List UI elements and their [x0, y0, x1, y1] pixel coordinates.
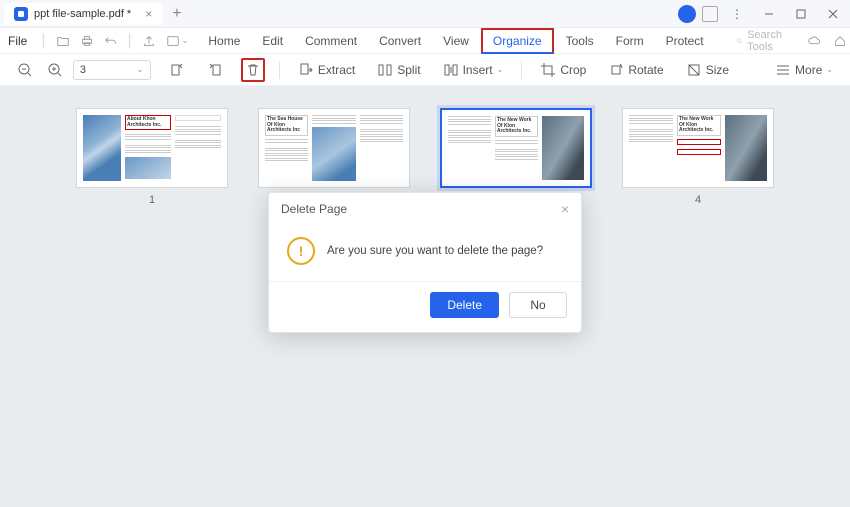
split-icon — [377, 62, 393, 78]
save-dropdown-icon[interactable]: ⌄ — [182, 32, 189, 50]
dialog-title: Delete Page — [281, 202, 347, 216]
extract-icon — [298, 62, 314, 78]
chevron-down-icon: ⌄ — [826, 65, 833, 74]
file-menu[interactable]: File — [8, 34, 31, 48]
split-button[interactable]: Split — [373, 58, 424, 82]
window-maximize-button[interactable] — [788, 3, 814, 25]
kebab-menu[interactable]: ⋮ — [724, 3, 750, 25]
window-minimize-button[interactable] — [756, 3, 782, 25]
menu-form[interactable]: Form — [606, 30, 654, 52]
search-placeholder: Search Tools — [747, 29, 786, 53]
new-tab-button[interactable]: + — [166, 5, 187, 23]
window-close-button[interactable] — [820, 3, 846, 25]
share-icon[interactable] — [142, 32, 156, 50]
open-icon[interactable] — [56, 32, 70, 50]
menu-edit[interactable]: Edit — [252, 30, 293, 52]
split-label: Split — [397, 63, 420, 77]
main-menubar: Home Edit Comment Convert View Organize … — [198, 27, 848, 55]
menu-organize[interactable]: Organize — [481, 28, 554, 54]
app-menu-icon[interactable] — [702, 6, 718, 22]
page-number-input[interactable]: 3 ⌄ — [73, 60, 151, 80]
delete-page-button[interactable] — [241, 58, 265, 82]
insert-icon — [443, 62, 459, 78]
undo-icon[interactable] — [104, 32, 118, 50]
home-icon[interactable] — [831, 32, 849, 50]
cloud-icon[interactable] — [805, 32, 823, 50]
chevron-down-icon: ⌄ — [497, 65, 504, 74]
crop-button[interactable]: Crop — [536, 58, 590, 82]
page-number-value: 3 — [80, 64, 86, 76]
zoom-out-button[interactable] — [13, 58, 37, 82]
crop-label: Crop — [560, 63, 586, 77]
insert-label: Insert — [463, 63, 493, 77]
menu-home[interactable]: Home — [198, 30, 250, 52]
delete-confirm-button[interactable]: Delete — [430, 292, 499, 318]
user-avatar[interactable] — [678, 5, 696, 23]
save-icon[interactable] — [166, 32, 180, 50]
menu-convert[interactable]: Convert — [369, 30, 431, 52]
size-label: Size — [706, 63, 729, 77]
crop-icon — [540, 62, 556, 78]
menu-tools[interactable]: Tools — [556, 30, 604, 52]
zoom-in-button[interactable] — [43, 58, 67, 82]
tab-title: ppt file-sample.pdf * — [34, 8, 131, 20]
search-tools[interactable]: Search Tools — [728, 27, 795, 55]
insert-button[interactable]: Insert ⌄ — [439, 58, 508, 82]
more-icon — [775, 62, 791, 78]
menu-protect[interactable]: Protect — [656, 30, 714, 52]
extract-button[interactable]: Extract — [294, 58, 359, 82]
print-icon[interactable] — [80, 32, 94, 50]
size-button[interactable]: Size — [682, 58, 733, 82]
organize-toolbar: 3 ⌄ Extract Split Insert ⌄ Crop Rotate S… — [0, 54, 850, 86]
more-label: More — [795, 63, 822, 77]
title-bar: ppt file-sample.pdf * × + ⋮ — [0, 0, 850, 28]
app-icon — [14, 7, 28, 21]
warning-icon: ! — [287, 237, 315, 265]
page-thumbnails-area: About Khon Architects Inc. 1 The Sea Hou… — [0, 86, 850, 507]
file-row: File | | ⌄ Home Edit Comment Convert Vie… — [0, 28, 850, 54]
more-button[interactable]: More ⌄ — [771, 58, 837, 82]
rotate-right-button[interactable] — [203, 58, 227, 82]
dialog-message: Are you sure you want to delete the page… — [327, 245, 543, 257]
menu-view[interactable]: View — [433, 30, 479, 52]
chevron-down-icon: ⌄ — [136, 64, 144, 75]
size-icon — [686, 62, 702, 78]
rotate-label: Rotate — [628, 63, 663, 77]
rotate-left-button[interactable] — [165, 58, 189, 82]
document-tab[interactable]: ppt file-sample.pdf * × — [4, 3, 162, 25]
extract-label: Extract — [318, 63, 355, 77]
tab-close-button[interactable]: × — [145, 7, 152, 21]
rotate-button[interactable]: Rotate — [604, 58, 667, 82]
delete-page-dialog: Delete Page × ! Are you sure you want to… — [268, 192, 582, 333]
menu-comment[interactable]: Comment — [295, 30, 367, 52]
delete-cancel-button[interactable]: No — [509, 292, 567, 318]
rotate-icon — [608, 62, 624, 78]
dialog-close-button[interactable]: × — [561, 201, 569, 217]
search-icon — [736, 35, 743, 47]
modal-overlay: Delete Page × ! Are you sure you want to… — [0, 86, 850, 507]
